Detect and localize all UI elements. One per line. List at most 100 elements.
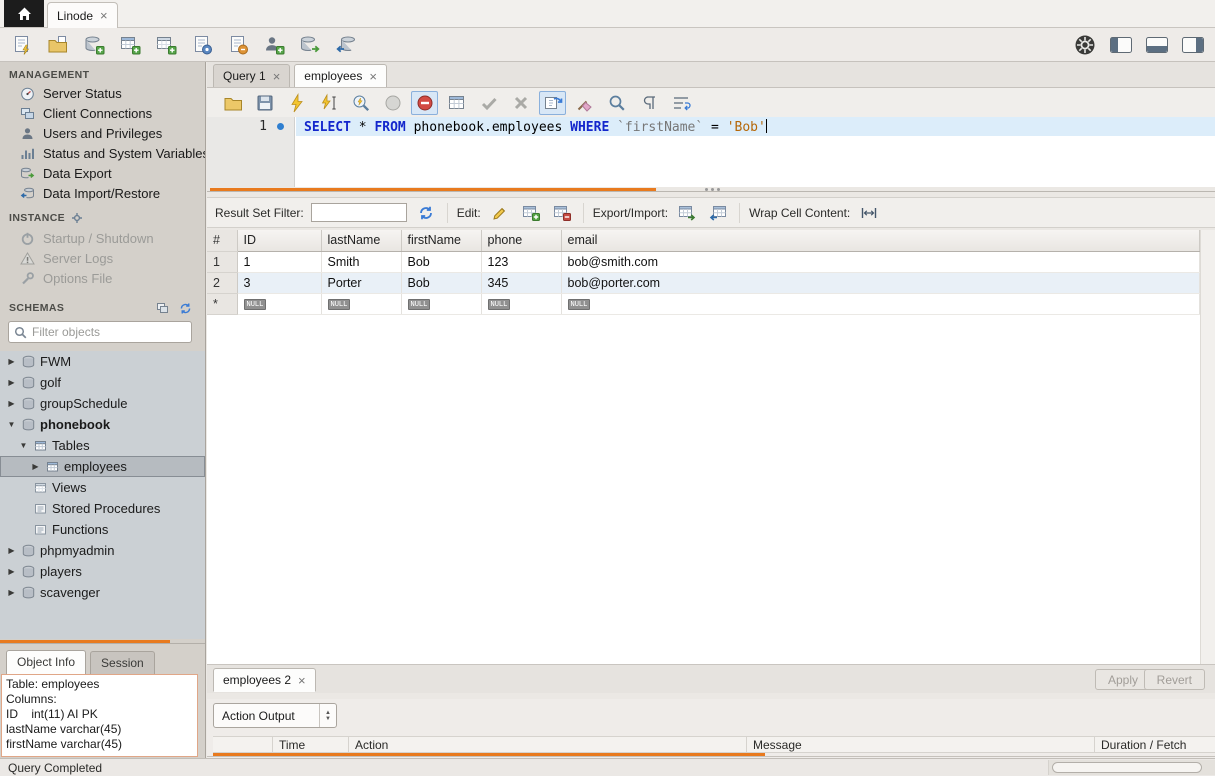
close-icon[interactable]: ×: [369, 70, 377, 83]
output-selector[interactable]: Action Output ▲▼: [213, 703, 337, 728]
tree-item-players[interactable]: ▶players: [0, 561, 205, 582]
sql-editor[interactable]: 1 SELECT * FROM phonebook.employees WHER…: [207, 117, 1215, 187]
data-export-button[interactable]: [296, 32, 324, 58]
apply-button[interactable]: Apply: [1095, 669, 1151, 690]
execute-query-button[interactable]: [283, 91, 310, 115]
log-column-action[interactable]: Action: [349, 737, 747, 752]
tree-item-fwm[interactable]: ▶FWM: [0, 351, 205, 372]
tab-query-1[interactable]: Query 1×: [213, 64, 290, 87]
find-button[interactable]: [603, 91, 630, 115]
toggle-stop-on-error-button[interactable]: [411, 91, 438, 115]
sidebar-item-data-export[interactable]: Data Export: [0, 163, 205, 183]
log-column-message[interactable]: Message: [747, 737, 1095, 752]
tree-item-golf[interactable]: ▶golf: [0, 372, 205, 393]
edit-cell-button[interactable]: [488, 202, 512, 224]
refresh-schemas-icon[interactable]: [179, 302, 192, 315]
rollback-button[interactable]: [507, 91, 534, 115]
cell-lastname[interactable]: Porter: [321, 272, 401, 293]
close-icon[interactable]: ×: [298, 674, 306, 687]
tab-employees[interactable]: employees×: [294, 64, 387, 87]
open-sql-file-button[interactable]: [219, 91, 246, 115]
instance-config-icon[interactable]: [71, 212, 83, 224]
tree-item-employees[interactable]: ▶employees: [0, 456, 205, 477]
home-button[interactable]: [4, 0, 44, 27]
expander-icon[interactable]: ▶: [6, 399, 17, 408]
stop-query-button[interactable]: [379, 91, 406, 115]
tree-item-tables[interactable]: ▼Tables: [0, 435, 205, 456]
log-column-time[interactable]: Time: [273, 737, 349, 752]
collapse-all-icon[interactable]: [156, 302, 169, 314]
sidebar-item-startup-shutdown[interactable]: Startup / Shutdown: [0, 228, 205, 248]
log-column-duration[interactable]: Duration / Fetch: [1095, 737, 1215, 752]
column-header-lastname[interactable]: lastName: [321, 230, 401, 251]
selector-stepper[interactable]: ▲▼: [319, 704, 336, 727]
cell-null[interactable]: NULL: [401, 293, 481, 314]
sidebar-item-server-logs[interactable]: Server Logs: [0, 248, 205, 268]
column-header-firstname[interactable]: firstName: [401, 230, 481, 251]
sidebar-splitter[interactable]: [0, 639, 205, 644]
create-table-button[interactable]: [116, 32, 144, 58]
row-number-cell[interactable]: 1: [207, 251, 237, 272]
cell-null[interactable]: NULL: [561, 293, 1200, 314]
horizontal-scrollbar-track[interactable]: [1048, 760, 1215, 775]
wrap-cell-content-button[interactable]: [857, 202, 881, 224]
cell-email[interactable]: bob@smith.com: [561, 251, 1200, 272]
cell-firstname[interactable]: Bob: [401, 272, 481, 293]
row-number-cell[interactable]: 2: [207, 272, 237, 293]
data-import-button[interactable]: [332, 32, 360, 58]
cell-id[interactable]: 1: [237, 251, 321, 272]
create-function-button[interactable]: [224, 32, 252, 58]
cell-phone[interactable]: 123: [481, 251, 561, 272]
delete-row-button[interactable]: [550, 202, 574, 224]
cell-null[interactable]: NULL: [321, 293, 401, 314]
expander-icon[interactable]: ▶: [6, 357, 17, 366]
column-header-id[interactable]: ID: [237, 230, 321, 251]
beautify-sql-button[interactable]: [571, 91, 598, 115]
close-icon[interactable]: ×: [100, 9, 108, 22]
tree-item-stored-procedures[interactable]: Stored Procedures: [0, 498, 205, 519]
toggle-invisible-characters-button[interactable]: [635, 91, 662, 115]
cell-lastname[interactable]: Smith: [321, 251, 401, 272]
expander-icon[interactable]: ▶: [30, 462, 41, 471]
export-recordset-button[interactable]: [675, 202, 699, 224]
tree-item-views[interactable]: Views: [0, 477, 205, 498]
import-recordset-button[interactable]: [706, 202, 730, 224]
insert-row-button[interactable]: [519, 202, 543, 224]
cell-phone[interactable]: 345: [481, 272, 561, 293]
commit-button[interactable]: [475, 91, 502, 115]
toggle-right-sidebar-button[interactable]: [1179, 32, 1207, 58]
cell-email[interactable]: bob@porter.com: [561, 272, 1200, 293]
sidebar-item-server-status[interactable]: Server Status: [0, 83, 205, 103]
close-icon[interactable]: ×: [273, 70, 281, 83]
sql-code-line[interactable]: SELECT * FROM phonebook.employees WHERE …: [304, 119, 767, 135]
tree-item-functions[interactable]: Functions: [0, 519, 205, 540]
row-number-cell[interactable]: *: [207, 293, 237, 314]
cell-firstname[interactable]: Bob: [401, 251, 481, 272]
dba-badge-button[interactable]: [1071, 32, 1099, 58]
open-script-button[interactable]: [44, 32, 72, 58]
toggle-word-wrap-button[interactable]: [667, 91, 694, 115]
stepper-down-icon[interactable]: ▼: [325, 716, 331, 722]
tree-item-groupschedule[interactable]: ▶groupSchedule: [0, 393, 205, 414]
toggle-autocommit-button[interactable]: [539, 91, 566, 115]
sidebar-item-data-import[interactable]: Data Import/Restore: [0, 183, 205, 203]
tree-item-scavenger[interactable]: ▶scavenger: [0, 582, 205, 603]
save-script-button[interactable]: [251, 91, 278, 115]
editor-results-splitter[interactable]: [207, 187, 1215, 193]
tab-session[interactable]: Session: [90, 651, 155, 674]
expander-icon[interactable]: ▶: [6, 567, 17, 576]
revert-button[interactable]: Revert: [1144, 669, 1205, 690]
execute-current-statement-button[interactable]: [315, 91, 342, 115]
toggle-bottom-panel-button[interactable]: [1143, 32, 1171, 58]
create-user-button[interactable]: [260, 32, 288, 58]
expander-icon[interactable]: ▶: [6, 588, 17, 597]
result-grid-vertical-scrollbar[interactable]: [1200, 230, 1215, 664]
limit-rows-button[interactable]: [443, 91, 470, 115]
result-filter-input[interactable]: [311, 203, 407, 222]
sidebar-item-status-variables[interactable]: Status and System Variables: [0, 143, 205, 163]
create-schema-button[interactable]: [80, 32, 108, 58]
cell-null[interactable]: NULL: [481, 293, 561, 314]
column-header-rownum[interactable]: #: [207, 230, 237, 251]
connection-tab[interactable]: Linode ×: [47, 2, 118, 28]
expander-icon[interactable]: ▼: [6, 420, 17, 429]
